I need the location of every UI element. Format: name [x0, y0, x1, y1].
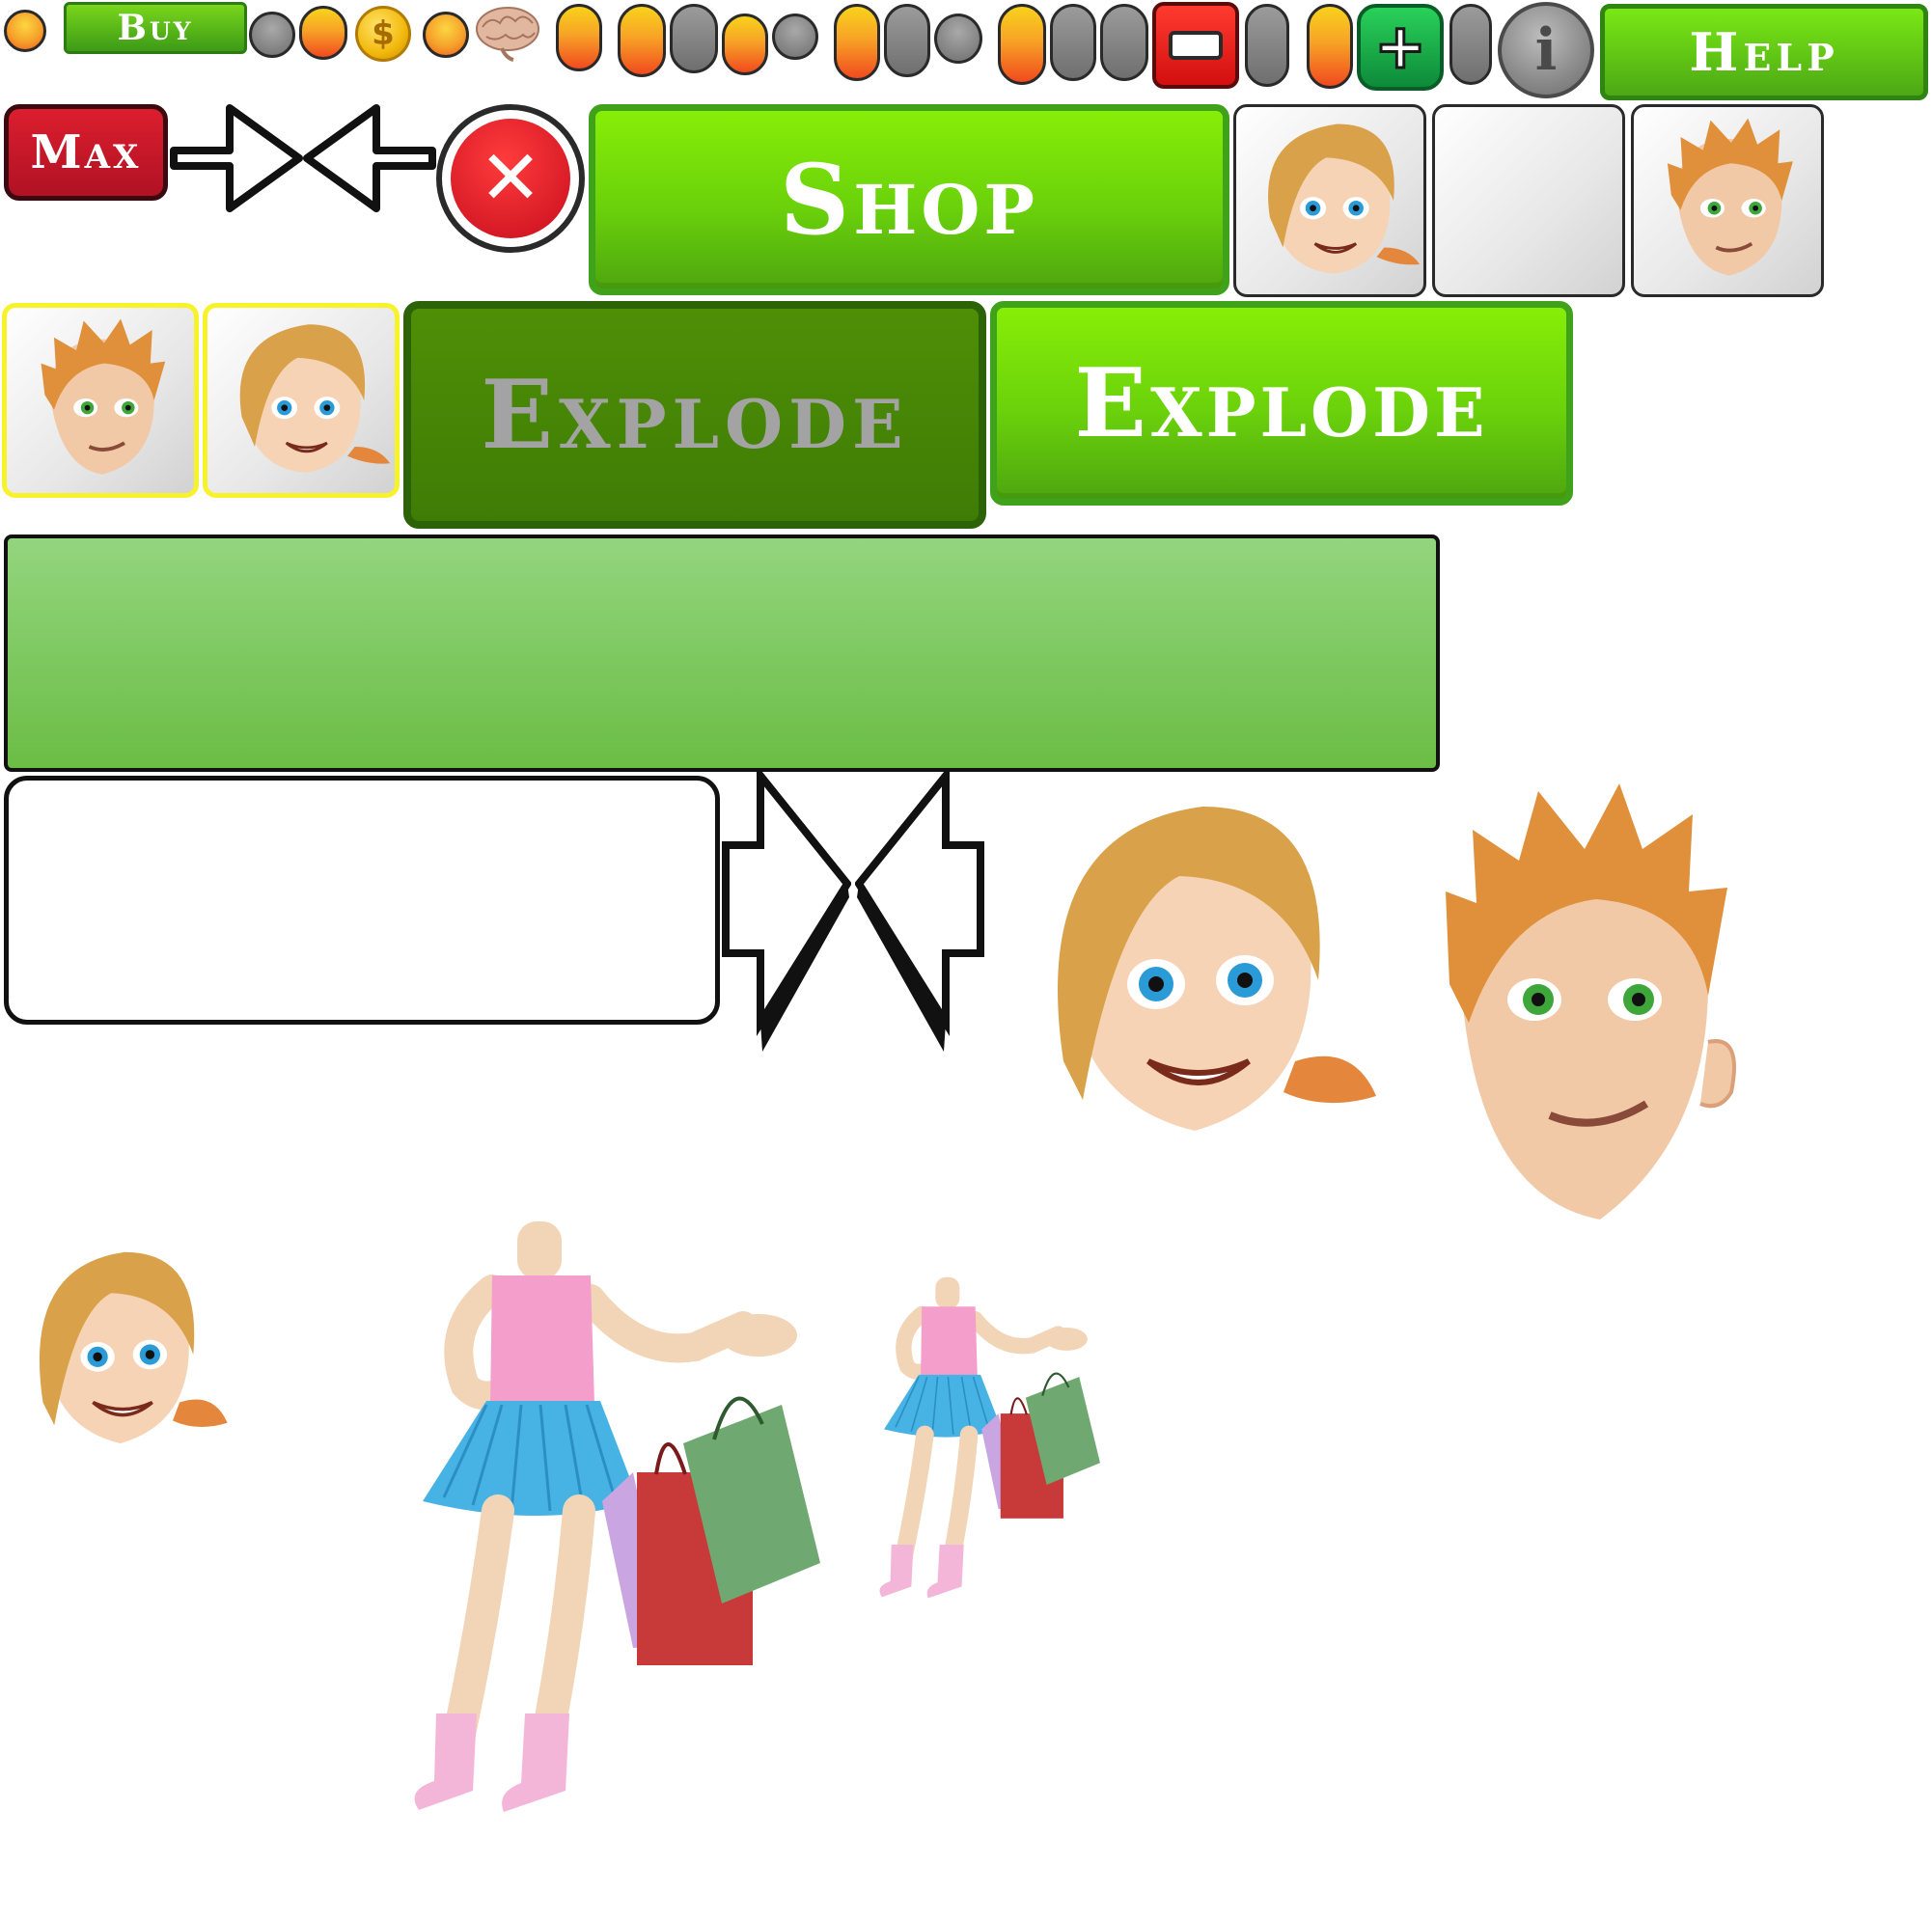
male-head-large [1419, 772, 1766, 1225]
shopper-body-icon [414, 1221, 820, 1812]
round-grey-indicator-2 [772, 14, 818, 60]
shop-button[interactable]: Shop [589, 104, 1229, 295]
round-grey-indicator [249, 12, 295, 58]
arrow-left-icon[interactable] [303, 102, 436, 214]
tile-male-selected[interactable] [2, 303, 199, 498]
pill-orange-6 [1307, 4, 1353, 89]
big-arrow-right-icon[interactable] [720, 764, 852, 1061]
white-panel [4, 776, 720, 1025]
male-face-icon [41, 318, 166, 475]
shopper-body-small [859, 1274, 1100, 1611]
max-button-label: Max [30, 125, 142, 179]
explode-button[interactable]: Explode [990, 301, 1573, 506]
coin-symbol: $ [372, 14, 395, 53]
tile-female-portrait[interactable] [1233, 104, 1426, 297]
male-face-icon [1446, 783, 1736, 1220]
plus-icon: + [1373, 12, 1428, 83]
pill-grey-6 [1449, 4, 1492, 85]
shopper-body-icon [879, 1276, 1100, 1599]
explode-button-disabled[interactable]: Explode [403, 301, 986, 529]
max-button[interactable]: Max [4, 104, 168, 201]
close-circle: ✕ [451, 119, 570, 238]
info-button[interactable]: i [1498, 2, 1594, 98]
arrow-right-icon[interactable] [170, 102, 303, 214]
female-face-icon [239, 324, 391, 473]
round-orange-indicator-2 [423, 12, 469, 58]
pill-orange-3 [722, 14, 768, 75]
pill-orange-4 [834, 4, 880, 81]
buy-button-label: Buy [117, 8, 194, 48]
pill-grey-5 [1245, 4, 1289, 87]
round-grey-indicator-3 [934, 14, 982, 64]
close-icon: ✕ [479, 135, 542, 222]
close-button[interactable]: ✕ [436, 104, 585, 253]
pill-orange-1 [556, 4, 602, 71]
help-button-label: Help [1689, 21, 1839, 83]
pill-grey-4 [1100, 4, 1148, 81]
female-head-large [994, 772, 1380, 1177]
green-panel [4, 535, 1440, 772]
buy-button[interactable]: Buy [64, 2, 247, 54]
female-face-icon [1058, 807, 1376, 1131]
plus-button[interactable]: + [1357, 4, 1444, 91]
tile-male-portrait[interactable] [1631, 104, 1824, 297]
coin-icon: $ [355, 6, 411, 62]
tile-empty[interactable] [1432, 104, 1625, 297]
pill-orange-2 [618, 4, 666, 77]
help-button[interactable]: Help [1600, 4, 1928, 100]
big-arrow-left-icon[interactable] [854, 764, 986, 1061]
shopper-body-large [376, 1221, 820, 1829]
male-face-icon [1667, 118, 1793, 276]
round-orange-indicator [4, 10, 46, 52]
pill-grey-1 [670, 4, 718, 73]
pill-grey-3 [1050, 4, 1096, 81]
pill-grey-2 [884, 4, 930, 77]
info-icon: i [1534, 16, 1558, 84]
oval-orange-indicator [299, 6, 347, 60]
female-face-icon [1268, 123, 1421, 274]
tile-female-selected[interactable] [203, 303, 400, 498]
female-face-icon [39, 1251, 228, 1444]
explode-disabled-label: Explode [481, 359, 909, 471]
shop-button-label: Shop [780, 143, 1038, 257]
minus-button[interactable]: − [1152, 2, 1239, 89]
pill-orange-5 [998, 4, 1046, 85]
female-head-small [2, 1231, 230, 1478]
explode-button-label: Explode [1074, 347, 1489, 459]
brain-icon [473, 2, 544, 62]
minus-icon: − [1169, 31, 1223, 60]
